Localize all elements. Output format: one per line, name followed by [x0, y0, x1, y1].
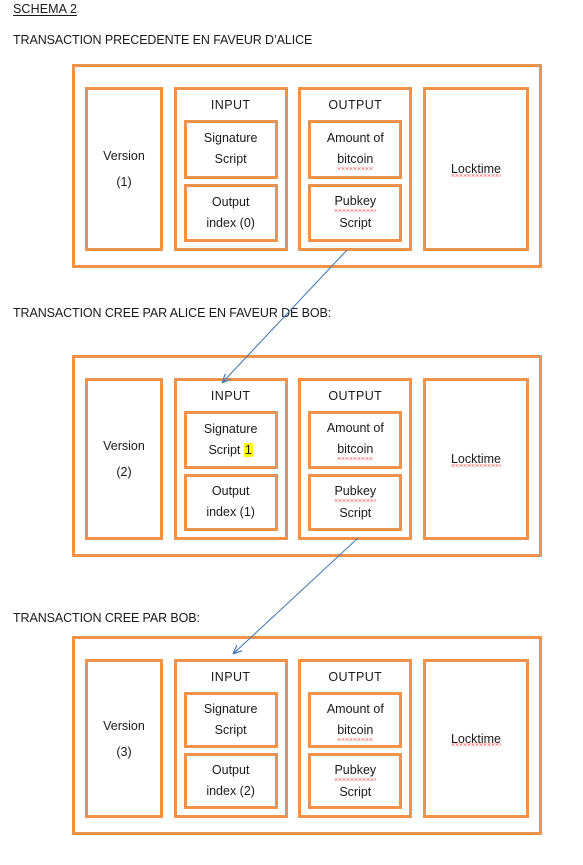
input-section-3: INPUT Signature Script Output index (2) — [173, 659, 288, 818]
output-index-box: Output index (1) — [183, 473, 278, 531]
pubkey-line-2: Script — [339, 505, 372, 520]
version-label: Version — [103, 439, 145, 453]
pubkey-line-2: Script — [339, 216, 372, 231]
version-value: (2) — [116, 465, 132, 479]
signature-script-line-2: Script 1 — [208, 442, 253, 457]
output-header: OUTPUT — [328, 389, 383, 403]
input-header: INPUT — [210, 389, 251, 403]
transaction-block-1: Version (1) INPUT Signature Script Outpu… — [72, 64, 542, 268]
version-value: (3) — [116, 744, 132, 759]
locktime-label: Locktime — [450, 452, 501, 466]
output-index-line-1: Output — [211, 194, 250, 209]
amount-line-2: bitcoin — [337, 148, 374, 171]
amount-line-1: Amount of — [326, 130, 384, 145]
transaction-block-3: Version (3) INPUT Signature Script Outpu… — [72, 636, 542, 835]
output-index-box: Output index (2) — [183, 753, 278, 809]
transaction-block-2: Version (2) INPUT Signature Script 1 Out… — [72, 355, 542, 557]
output-index-line-1: Output — [211, 484, 250, 499]
section-heading-transaction-3: TRANSACTION CREE PAR BOB: — [13, 611, 200, 625]
pubkey-script-box: Pubkey Script — [308, 753, 403, 809]
output-header: OUTPUT — [328, 670, 383, 684]
signature-script-box: Signature Script — [183, 692, 278, 748]
amount-line-1: Amount of — [326, 421, 384, 436]
pubkey-line-2: Script — [339, 784, 372, 799]
signature-script-box: Signature Script — [183, 120, 278, 179]
output-index-line-2: index (1) — [206, 505, 255, 520]
locktime-field-1: Locktime — [422, 87, 529, 251]
locktime-field-3: Locktime — [422, 659, 529, 818]
version-field-1: Version (1) — [85, 87, 163, 251]
locktime-label: Locktime — [450, 162, 501, 176]
pubkey-script-box: Pubkey Script — [308, 183, 403, 242]
section-heading-transaction-2: TRANSACTION CREE PAR ALICE EN FAVEUR DE … — [13, 306, 332, 320]
output-header: OUTPUT — [328, 98, 383, 112]
locktime-label: Locktime — [450, 731, 501, 746]
signature-script-highlight: 1 — [243, 442, 253, 457]
amount-of-bitcoin-box: Amount of bitcoin — [308, 692, 403, 748]
output-section-1: OUTPUT Amount of bitcoin Pubkey Script — [298, 87, 413, 251]
locktime-field-2: Locktime — [422, 378, 529, 540]
version-label: Version — [103, 149, 145, 163]
version-label: Version — [103, 718, 145, 733]
transaction-columns: Version (3) INPUT Signature Script Outpu… — [85, 659, 529, 818]
page-title: SCHEMA 2 — [13, 2, 78, 16]
transaction-columns: Version (1) INPUT Signature Script Outpu… — [85, 87, 529, 251]
signature-script-line-1: Signature — [203, 131, 258, 146]
amount-line-2: bitcoin — [337, 719, 374, 742]
output-section-3: OUTPUT Amount of bitcoin Pubkey Script — [298, 659, 413, 818]
signature-script-box: Signature Script 1 — [183, 411, 278, 469]
amount-of-bitcoin-box: Amount of bitcoin — [308, 120, 403, 179]
version-value: (1) — [116, 175, 132, 189]
pubkey-line-1: Pubkey — [334, 480, 377, 503]
input-section-1: INPUT Signature Script Output index (0) — [173, 87, 288, 251]
section-heading-transaction-1: TRANSACTION PRECEDENTE EN FAVEUR D’ALICE — [13, 33, 313, 47]
output-index-line-2: index (0) — [206, 215, 255, 230]
signature-script-line-2: Script — [214, 723, 247, 737]
version-field-3: Version (3) — [85, 659, 163, 818]
amount-line-2: bitcoin — [337, 439, 374, 461]
pubkey-line-1: Pubkey — [334, 191, 377, 213]
output-index-line-1: Output — [211, 763, 250, 777]
output-index-box: Output index (0) — [183, 183, 278, 242]
signature-script-line-1: Signature — [203, 421, 258, 436]
version-field-2: Version (2) — [85, 378, 163, 540]
input-section-2: INPUT Signature Script 1 Output index (1… — [173, 378, 288, 540]
input-header: INPUT — [210, 670, 251, 684]
output-index-line-2: index (2) — [206, 784, 255, 798]
transaction-columns: Version (2) INPUT Signature Script 1 Out… — [85, 378, 529, 540]
signature-script-line-2: Script — [214, 152, 247, 167]
amount-line-1: Amount of — [326, 701, 384, 716]
pubkey-script-box: Pubkey Script — [308, 473, 403, 531]
input-header: INPUT — [210, 98, 251, 112]
pubkey-line-1: Pubkey — [334, 759, 377, 782]
signature-script-line-1: Signature — [203, 702, 258, 716]
output-section-2: OUTPUT Amount of bitcoin Pubkey Script — [298, 378, 413, 540]
amount-of-bitcoin-box: Amount of bitcoin — [308, 411, 403, 469]
